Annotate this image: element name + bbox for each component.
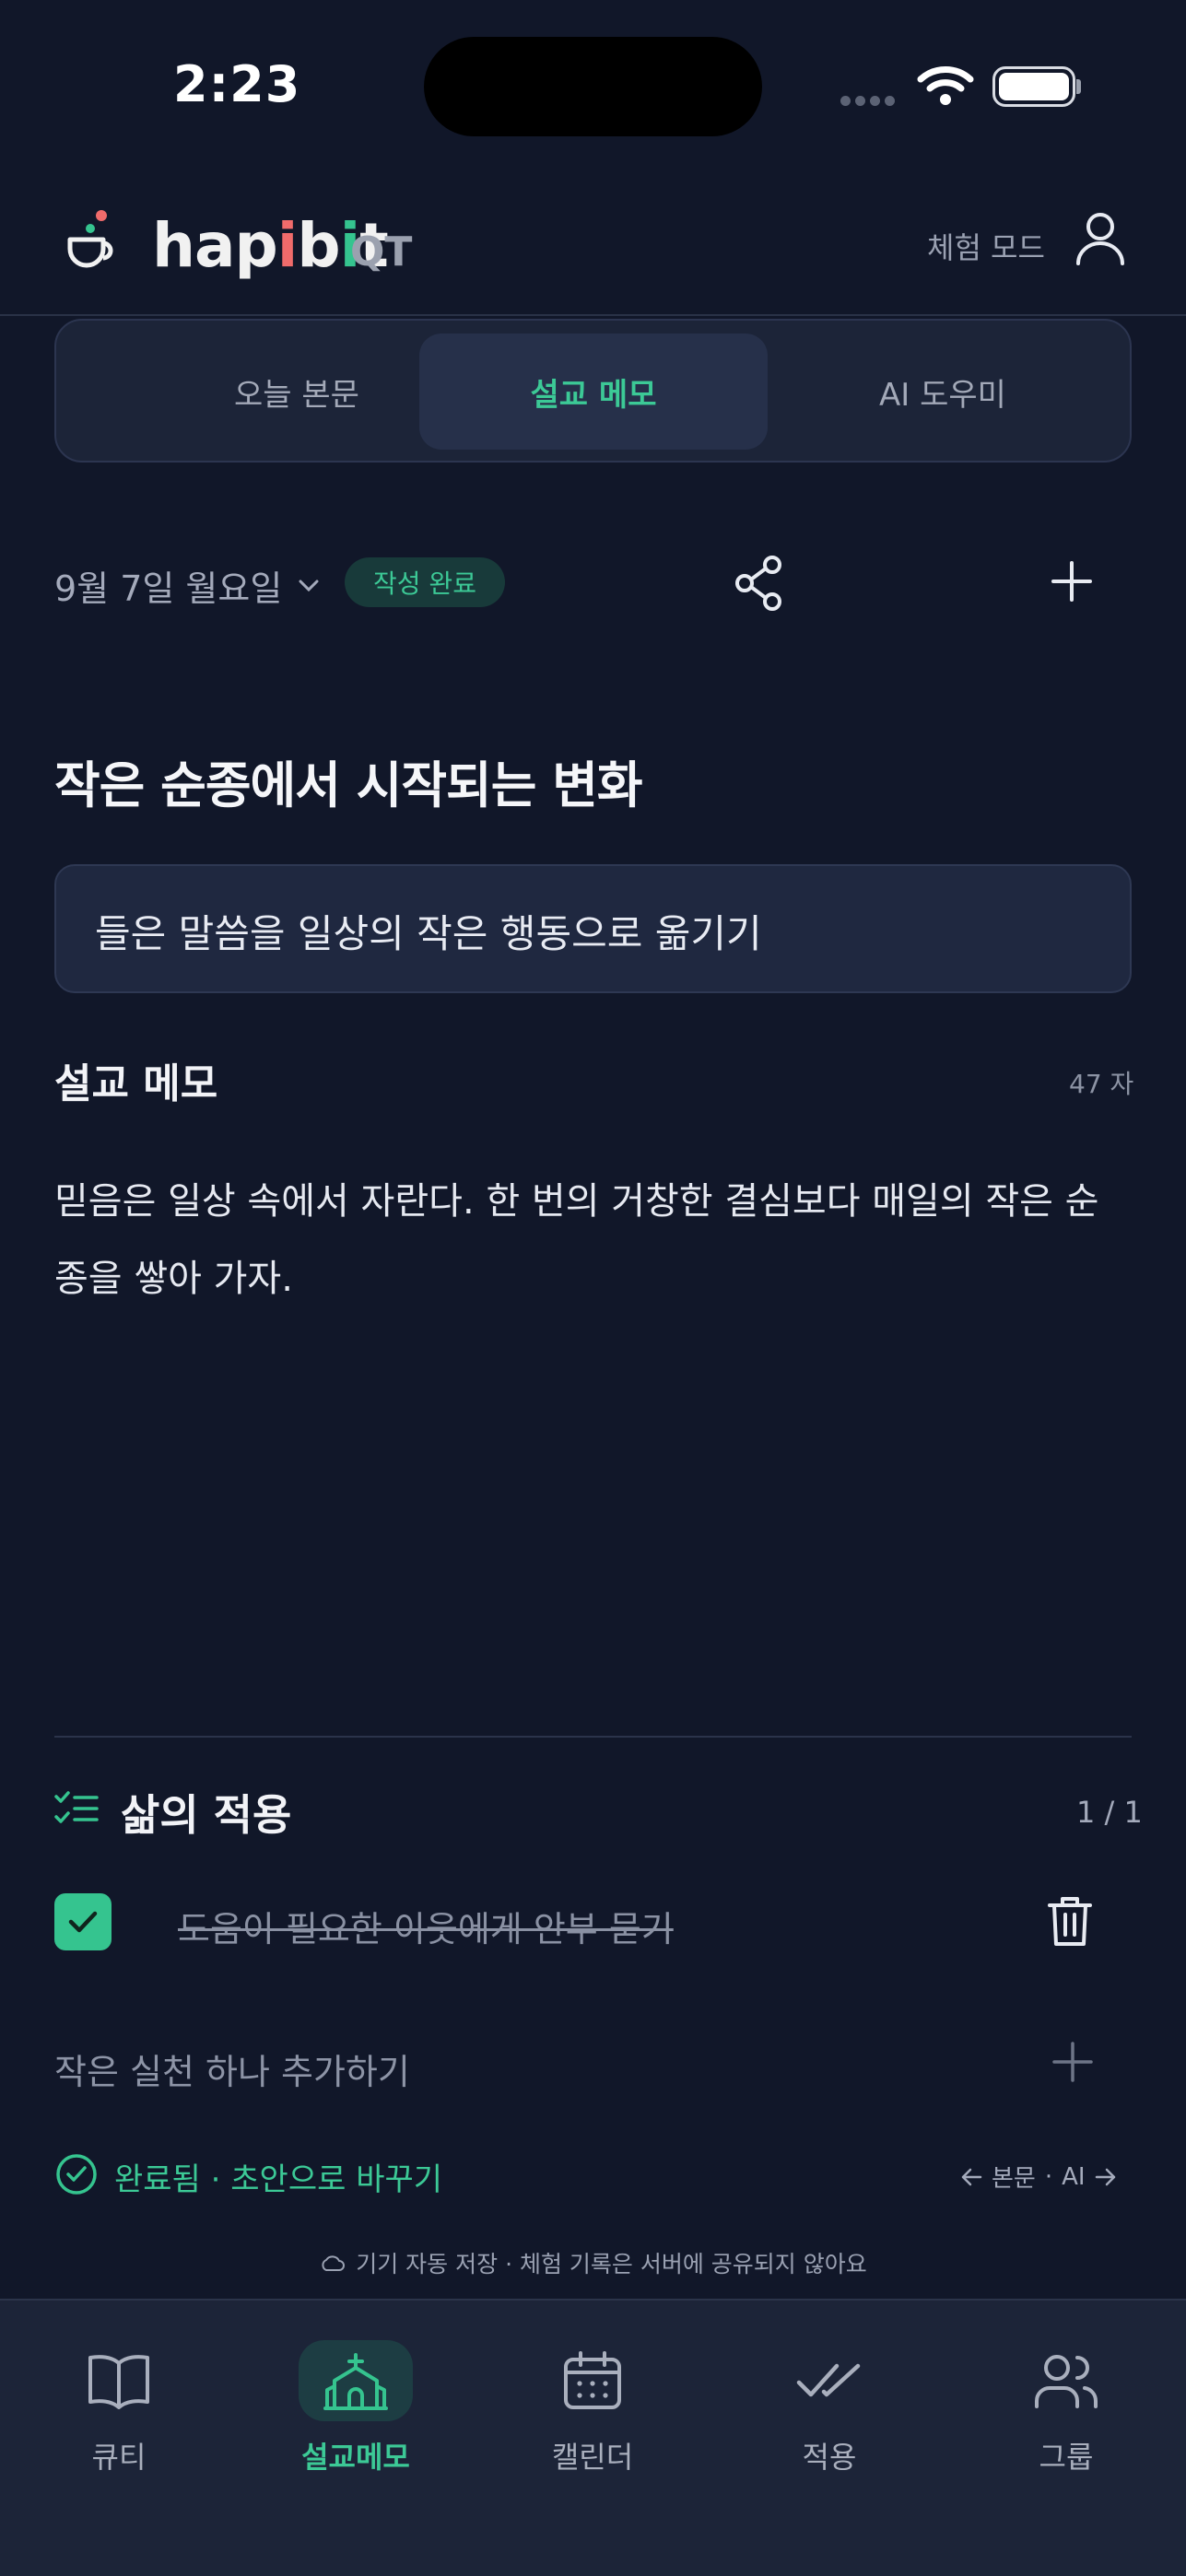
- battery-tip: [1076, 79, 1081, 94]
- user-profile-icon[interactable]: [1074, 210, 1126, 269]
- tab-label: 캘린더: [551, 2440, 634, 2475]
- trial-mode-button[interactable]: 체험 모드: [927, 225, 1045, 267]
- arrow-right-icon[interactable]: [1095, 2167, 1117, 2187]
- date-label: 9월 7일 월요일: [54, 568, 283, 609]
- memo-section-label: 설교 메모: [54, 1060, 218, 1107]
- memo-textarea[interactable]: 믿음은 일상 속에서 자란다. 한 번의 거창한 결심보다 매일의 작은 순 종…: [54, 1163, 1132, 1317]
- cloud-icon: [322, 2255, 346, 2271]
- tab-label: 큐티: [91, 2440, 147, 2475]
- battery-icon: [992, 66, 1075, 107]
- coffee-cup-logo-icon: [63, 208, 118, 276]
- autosave-notice: 기기 자동 저장 · 체험 기록은 서버에 공유되지 않아요: [0, 2246, 1186, 2279]
- nav-separator: ·: [1044, 2162, 1053, 2191]
- segment-control: 오늘 본문 설교 메모 AI 도우미: [54, 319, 1132, 463]
- sermon-subtitle: 들은 말씀을 일상의 작은 행동으로 옮기기: [95, 911, 762, 956]
- task-checkbox[interactable]: [54, 1893, 112, 1950]
- wifi-icon: [917, 64, 974, 111]
- check-circle-icon[interactable]: [54, 2152, 99, 2200]
- status-time: 2:23: [173, 55, 301, 113]
- tab-group[interactable]: 그룹: [974, 2340, 1158, 2476]
- tab-qt[interactable]: 큐티: [27, 2340, 211, 2476]
- chevron-down-icon: [299, 580, 319, 591]
- tab-label: 그룹: [1039, 2440, 1094, 2475]
- sermon-subtitle-field[interactable]: 들은 말씀을 일상의 작은 행동으로 옮기기: [54, 864, 1132, 993]
- dynamic-island: [424, 37, 762, 136]
- brand-suffix: QT: [350, 228, 413, 275]
- tab-label: 적용: [802, 2440, 857, 2475]
- book-icon: [62, 2340, 176, 2421]
- tab-sermon-memo[interactable]: 설교 메모: [419, 334, 768, 450]
- tab-application[interactable]: 적용: [737, 2340, 922, 2476]
- memo-char-count: 47 자: [1069, 1069, 1134, 1099]
- status-badge: 작성 완료: [345, 557, 505, 607]
- arrow-left-icon[interactable]: [960, 2167, 982, 2187]
- tab-label: 설교메모: [301, 2440, 410, 2475]
- revert-to-draft-button[interactable]: 완료됨 · 초안으로 바꾸기: [114, 2154, 442, 2199]
- tab-ai-helper[interactable]: AI 도우미: [769, 334, 1117, 450]
- sermon-title[interactable]: 작은 순종에서 시작되는 변화: [54, 744, 643, 817]
- tab-calendar[interactable]: 캘린더: [500, 2340, 685, 2476]
- tab-sermon-memo-nav[interactable]: 설교메모: [264, 2340, 448, 2476]
- share-icon[interactable]: [734, 556, 785, 615]
- checklist-icon: [54, 1789, 99, 1832]
- group-icon: [1009, 2340, 1123, 2421]
- checkmark-icon: [68, 1911, 98, 1933]
- nav-prev-label[interactable]: 본문: [992, 2160, 1036, 2194]
- trash-icon[interactable]: [1047, 1894, 1093, 1951]
- church-icon: [299, 2340, 413, 2421]
- double-check-icon: [772, 2340, 887, 2421]
- task-text[interactable]: 도움이 필요한 이웃에게 안부 묻기: [178, 1901, 674, 1951]
- calendar-icon: [535, 2340, 650, 2421]
- application-section-label: 삶의 적용: [121, 1790, 292, 1840]
- add-action-input[interactable]: 작은 실천 하나 추가하기: [54, 2043, 410, 2094]
- add-action-button[interactable]: [1052, 2042, 1093, 2086]
- cellular-signal-icon: [840, 92, 901, 106]
- add-memo-button[interactable]: [1051, 560, 1093, 606]
- application-count: 1 / 1: [1076, 1795, 1143, 1830]
- section-navigation: 본문 · AI: [960, 2160, 1117, 2194]
- date-selector[interactable]: 9월 7일 월요일: [54, 560, 321, 611]
- nav-next-label[interactable]: AI: [1062, 2163, 1085, 2191]
- section-divider: [54, 1736, 1132, 1738]
- autosave-text: 기기 자동 저장 · 체험 기록은 서버에 공유되지 않아요: [356, 2251, 867, 2277]
